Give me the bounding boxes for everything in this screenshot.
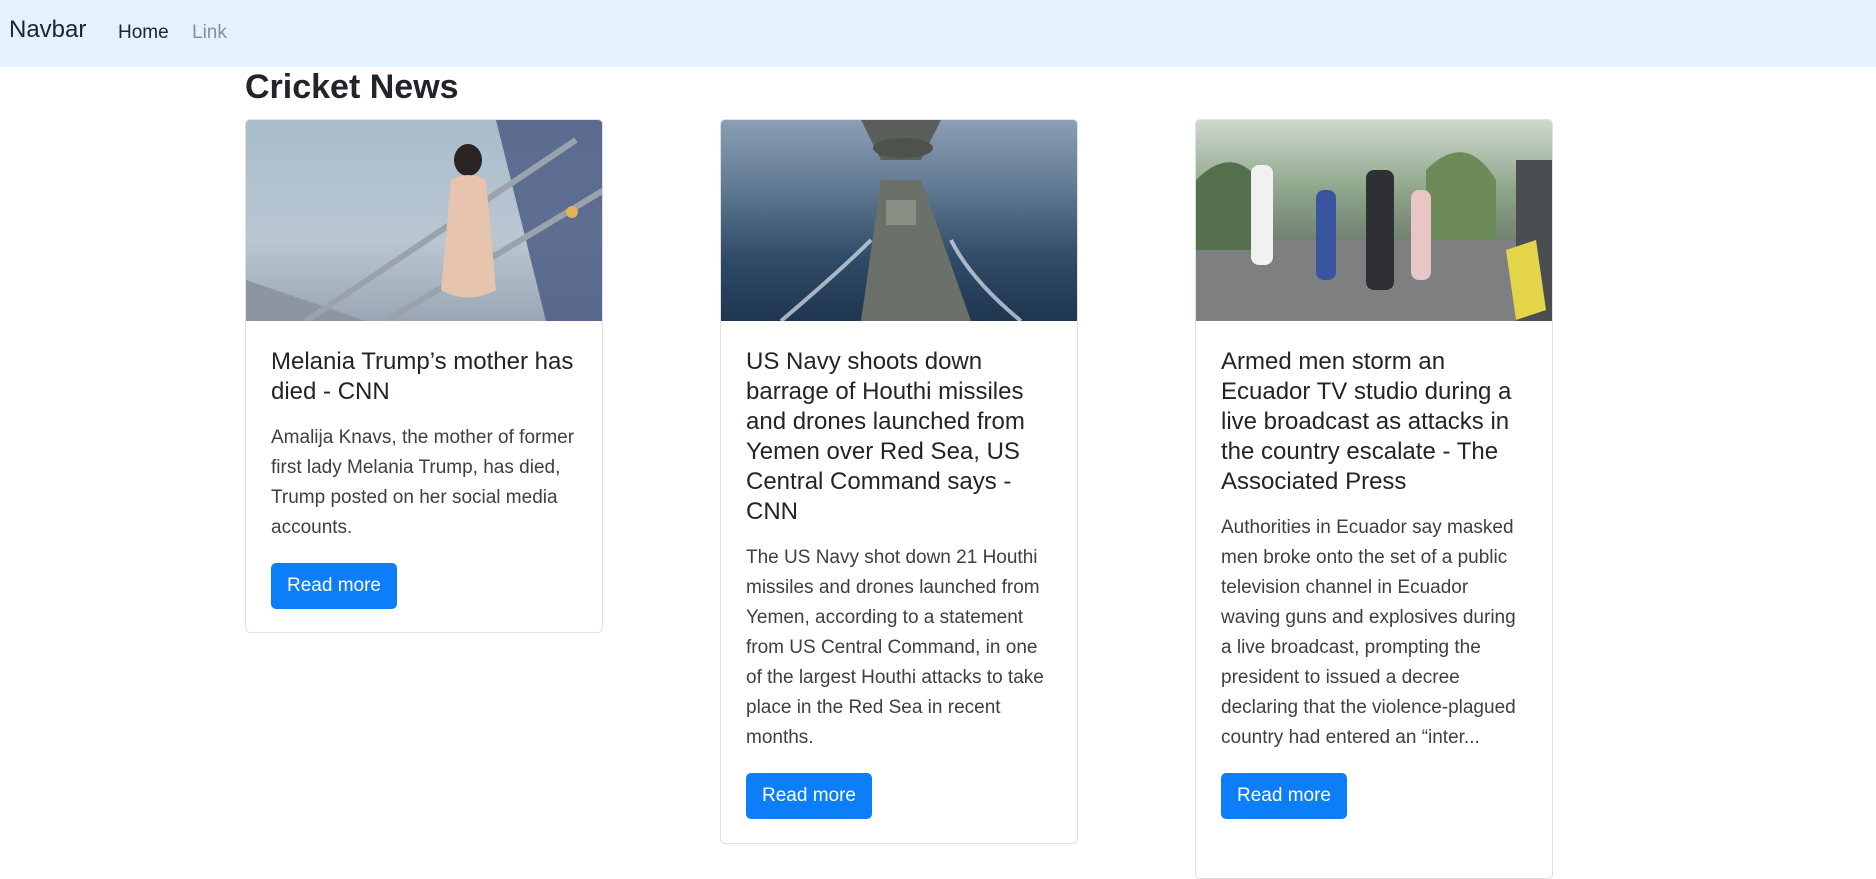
card-image [721, 120, 1077, 321]
card-image [1196, 120, 1552, 321]
card-title[interactable]: Armed men storm an Ecuador TV studio dur… [1221, 347, 1527, 497]
nav-link-link[interactable]: Link [192, 22, 227, 44]
card-title[interactable]: US Navy shoots down barrage of Houthi mi… [746, 347, 1052, 527]
card-text: Authorities in Ecuador say masked men br… [1221, 517, 1516, 748]
navbar: Navbar Home Link [0, 0, 1876, 67]
news-card: Armed men storm an Ecuador TV studio dur… [1195, 119, 1553, 879]
read-more-button[interactable]: Read more [271, 563, 397, 609]
airplane-stairs-image [246, 120, 602, 321]
navy-ship-image [779, 120, 1023, 321]
news-card: Melania Trump’s mother has died - CNN Am… [245, 119, 603, 633]
read-more-button[interactable]: Read more [1221, 773, 1347, 819]
read-more-button[interactable]: Read more [746, 773, 872, 819]
card-image [246, 120, 602, 321]
card-text: Amalija Knavs, the mother of former firs… [271, 427, 575, 538]
news-card: US Navy shoots down barrage of Houthi mi… [720, 119, 1078, 844]
police-crowd-image [1196, 152, 1552, 321]
navbar-brand[interactable]: Navbar [9, 16, 86, 44]
card-text: The US Navy shot down 21 Houthi missiles… [746, 547, 1044, 748]
card-title[interactable]: Melania Trump’s mother has died - CNN [271, 347, 577, 407]
nav-link-home[interactable]: Home [118, 22, 169, 44]
page-title: Cricket News [245, 68, 459, 106]
